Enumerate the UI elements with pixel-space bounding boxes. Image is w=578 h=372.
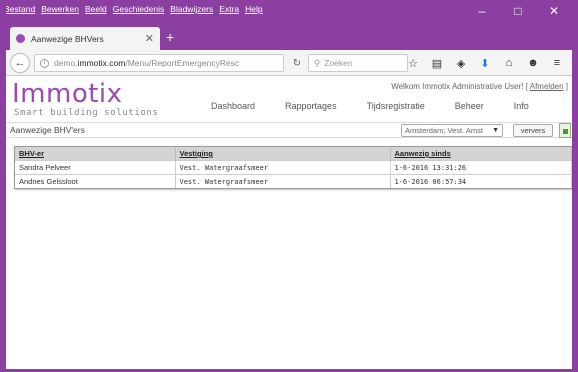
url-prefix: demo. <box>54 58 78 68</box>
cell-bhv: Sandra Pelveer <box>15 160 176 175</box>
page-toolbar: Aanwezige BHV'ers Amsterdam; Vest. Amst … <box>6 122 572 138</box>
site-favicon-icon <box>16 34 25 43</box>
bhv-table: BHV-er Vestiging Aanwezig sinds Sandra P… <box>15 147 572 188</box>
bhv-grid: BHV-er Vestiging Aanwezig sinds Sandra P… <box>14 146 573 189</box>
minimize-button[interactable]: – <box>464 1 500 21</box>
cell-present-since: 1-6-2016 13:31:26 <box>390 160 572 175</box>
nav-item-reports[interactable]: Rapportages <box>285 101 337 111</box>
nav-item-dashboard[interactable]: Dashboard <box>211 101 255 111</box>
address-bar[interactable]: i demo. immotix.com/Menu/ReportEmergencyR… <box>34 54 284 72</box>
menu-item-edit[interactable]: Bewerken <box>41 4 79 14</box>
info-icon[interactable]: i <box>40 58 49 68</box>
excel-export-icon[interactable] <box>559 123 571 138</box>
location-select[interactable]: Amsterdam; Vest. Amst ▼ <box>401 124 503 137</box>
tab-title: Aanwezige BHVers <box>31 33 104 44</box>
main-navigation: Dashboard Rapportages Tijdsregistratie B… <box>211 101 559 111</box>
menu-item-file[interactable]: Bestand <box>4 4 35 14</box>
nav-item-time-registration[interactable]: Tijdsregistratie <box>367 101 425 111</box>
welcome-text: Welkom Immotix Administrative User! [ <box>391 82 528 91</box>
search-icon: ⚲ <box>314 57 321 68</box>
cell-bhv: Andnes Gelssloot <box>15 174 176 188</box>
browser-tab[interactable]: Aanwezige BHVers ✕ <box>10 27 160 50</box>
toolbar-icons: ☆ ▤ ◈ ⬇ ⌂ ☻ ≡ <box>404 55 566 71</box>
home-icon[interactable]: ⌂ <box>500 55 518 71</box>
download-icon[interactable]: ⬇ <box>476 55 494 71</box>
arrow-left-icon: ← <box>14 57 26 69</box>
navigation-toolbar: ← i demo. immotix.com/Menu/ReportEmergenc… <box>6 50 572 76</box>
hamburger-menu-icon[interactable]: ≡ <box>548 55 566 71</box>
close-tab-icon[interactable]: ✕ <box>145 32 154 45</box>
reload-button[interactable]: ↻ <box>288 54 306 72</box>
url-path: /Menu/ReportEmergencyResc <box>125 58 240 68</box>
table-row[interactable]: Sandra Pelveer Vest. Watergraafsmeer 1-6… <box>15 160 572 175</box>
tab-strip: Aanwezige BHVers ✕ + <box>6 22 572 50</box>
column-header-present-since[interactable]: Aanwezig sinds <box>390 147 572 161</box>
back-button[interactable]: ← <box>10 53 30 73</box>
menu-item-bookmarks[interactable]: Bladwijzers <box>170 4 213 14</box>
welcome-message: Welkom Immotix Administrative User! [ Af… <box>391 82 568 91</box>
star-icon[interactable]: ☆ <box>404 55 422 71</box>
table-row[interactable]: Andnes Gelssloot Vest. Watergraafsmeer 1… <box>15 174 572 188</box>
search-input[interactable]: ⚲ Zoeken <box>308 54 408 72</box>
cell-location: Vest. Watergraafsmeer <box>175 160 391 175</box>
welcome-suffix: ] <box>563 82 568 91</box>
window-controls: – □ ✕ <box>464 1 572 21</box>
menu-bar: Bestand Bewerken Beeld Geschiedenis Blad… <box>4 4 263 14</box>
menu-item-view[interactable]: Beeld <box>85 4 107 14</box>
search-placeholder: Zoeken <box>324 58 353 68</box>
logo[interactable]: Immotix <box>12 79 123 109</box>
maximize-button[interactable]: □ <box>500 1 536 21</box>
title-bar: Bestand Bewerken Beeld Geschiedenis Blad… <box>0 0 578 22</box>
url-host: immotix.com <box>77 58 126 68</box>
reading-list-icon[interactable]: ▤ <box>428 55 446 71</box>
cell-location: Vest. Watergraafsmeer <box>175 174 391 188</box>
page-title: Aanwezige BHV'ers <box>10 125 85 135</box>
logout-link[interactable]: Afmelden <box>530 82 564 91</box>
app-header: Immotix Smart building solutions Welkom … <box>6 77 572 122</box>
logo-tagline: Smart building solutions <box>14 108 159 118</box>
menu-item-tools[interactable]: Extra <box>219 4 239 14</box>
location-value: Amsterdam; Vest. Amst <box>405 126 483 135</box>
menu-item-history[interactable]: Geschiedenis <box>113 4 165 14</box>
table-header-row: BHV-er Vestiging Aanwezig sinds <box>15 147 572 161</box>
nav-item-admin[interactable]: Beheer <box>455 101 484 111</box>
reload-icon: ↻ <box>292 57 302 69</box>
new-tab-button[interactable]: + <box>166 29 174 45</box>
chevron-down-icon: ▼ <box>492 127 499 134</box>
pocket-icon[interactable]: ◈ <box>452 55 470 71</box>
column-header-bhv[interactable]: BHV-er <box>15 147 176 161</box>
close-window-button[interactable]: ✕ <box>536 1 572 21</box>
menu-item-help[interactable]: Help <box>245 4 262 14</box>
cell-present-since: 1-6-2016 06:57:34 <box>390 174 572 188</box>
nav-item-info[interactable]: Info <box>514 101 529 111</box>
refresh-button[interactable]: ververs <box>513 124 553 137</box>
column-header-location[interactable]: Vestiging <box>175 147 391 161</box>
extension-icon[interactable]: ☻ <box>524 55 542 71</box>
